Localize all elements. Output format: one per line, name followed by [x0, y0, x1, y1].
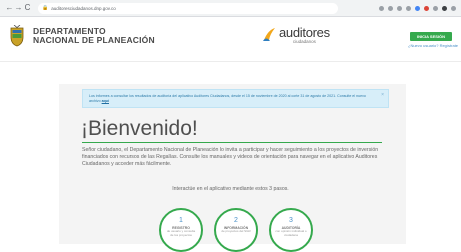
step-description: de usuario y consulta de los proyectos: [166, 229, 196, 237]
step-registro[interactable]: 1 REGISTRO de usuario y consulta de los …: [159, 208, 203, 252]
step-number: 2: [234, 217, 238, 224]
page-title: ¡Bienvenido!: [81, 117, 198, 140]
address-bar[interactable]: 🔒 auditoresciudadanos.dnp.gov.co: [38, 2, 338, 14]
browser-extensions: [379, 5, 456, 11]
brand-title: auditores: [279, 25, 330, 40]
alert-link[interactable]: aquí: [102, 99, 109, 103]
profile-icon[interactable]: [442, 5, 447, 11]
extension-icon[interactable]: [388, 5, 393, 11]
step-informacion[interactable]: 2 INFORMACIÓN de proyectos del SGR: [214, 208, 258, 252]
url-text: auditoresciudadanos.dnp.gov.co: [51, 5, 116, 11]
step-description: con opinión individual o ciudadana: [275, 229, 307, 237]
register-link[interactable]: ¿Nuevo usuario? Regístrate: [408, 43, 458, 48]
extension-icon[interactable]: [415, 5, 420, 11]
org-name-line2: NACIONAL DE PLANEACIÓN: [33, 35, 155, 45]
divider: [82, 142, 382, 143]
step-number: 3: [289, 217, 293, 224]
bookmark-icon[interactable]: [379, 5, 384, 11]
extension-icon[interactable]: [433, 5, 438, 11]
step-auditoria[interactable]: 3 AUDITORÍA con opinión individual o ciu…: [269, 208, 313, 252]
alert-text: Los informes a consultar los resultados …: [89, 94, 366, 103]
intro-text: Señor ciudadano, el Departamento Naciona…: [82, 147, 379, 168]
organization-name[interactable]: DEPARTAMENTO NACIONAL DE PLANEACIÓN: [33, 27, 155, 45]
extension-icon[interactable]: [424, 5, 429, 11]
info-alert: Los informes a consultar los resultados …: [82, 89, 389, 108]
auditores-mark-icon: [263, 28, 275, 41]
browser-toolbar: ← → C 🔒 auditoresciudadanos.dnp.gov.co: [0, 0, 461, 17]
step-number: 1: [179, 217, 183, 224]
extension-icon[interactable]: [397, 5, 402, 11]
auditores-logo[interactable]: auditores ciudadanos: [262, 26, 330, 44]
coat-of-arms-icon: [10, 25, 24, 47]
steps-heading: Interactúe en el aplicativo mediante est…: [172, 186, 289, 192]
forward-icon[interactable]: →: [14, 4, 23, 12]
step-description: de proyectos del SGR: [221, 229, 251, 233]
extension-icon[interactable]: [406, 5, 411, 11]
reload-icon[interactable]: C: [23, 4, 32, 12]
site-header: DEPARTAMENTO NACIONAL DE PLANEACIÓN audi…: [0, 18, 461, 62]
back-icon[interactable]: ←: [5, 4, 14, 12]
login-button[interactable]: INICIA SESIÓN: [410, 32, 452, 41]
lock-icon: 🔒: [42, 5, 49, 11]
menu-icon[interactable]: [451, 5, 456, 11]
close-icon[interactable]: ×: [381, 93, 384, 98]
